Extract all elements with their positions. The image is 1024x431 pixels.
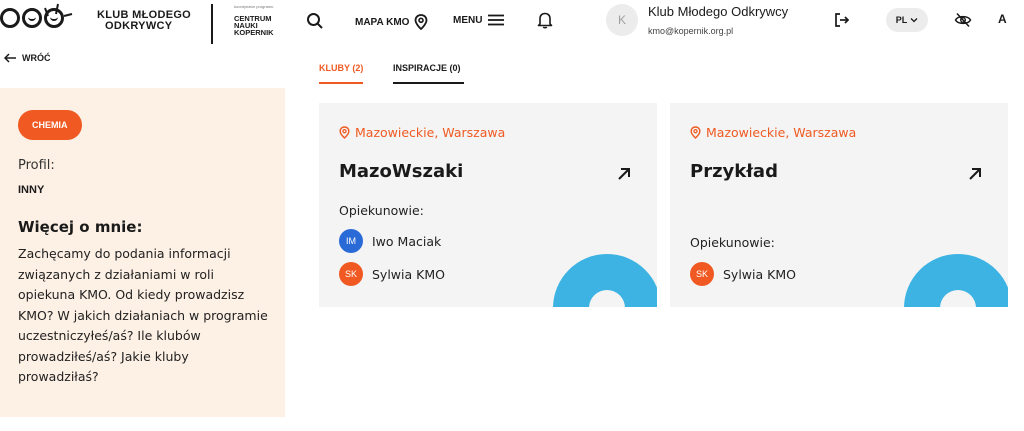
profile-value: INNY	[18, 184, 45, 196]
guardian-name: Sylwia KMO	[372, 266, 445, 282]
kmo-logo-text[interactable]: KLUB MŁODEGO ODKRYWCY	[97, 10, 191, 32]
back-label: WRÓĆ	[22, 53, 51, 63]
user-name[interactable]: Klub Młodego Odkrywcy	[648, 4, 788, 19]
about-text: Zachęcamy do podania informacji związany…	[18, 246, 268, 384]
logo-circle-icon	[0, 8, 20, 28]
logo-line-2: ODKRYWCY	[105, 20, 173, 32]
club-name[interactable]: Przykład	[690, 161, 778, 182]
hamburger-icon	[488, 14, 505, 26]
arrow-up-right-icon[interactable]	[617, 167, 631, 181]
menu-label: MENU	[453, 14, 483, 26]
arrow-left-icon	[4, 53, 16, 63]
user-avatar[interactable]: K	[606, 4, 638, 36]
partner-name: CENTRUM NAUKI KOPERNIK	[234, 15, 274, 37]
club-location-text: Mazowieckie, Warszawa	[355, 125, 506, 140]
subject-chip[interactable]: CHEMIA	[18, 110, 82, 140]
decorative-shape	[904, 254, 1008, 307]
club-card[interactable]: Mazowieckie, Warszawa MazoWszaki Opiekun…	[319, 103, 657, 307]
eye-off-icon[interactable]	[954, 12, 972, 28]
logo-rays-icon	[44, 3, 73, 17]
language-label: PL	[895, 15, 908, 25]
partner-caption: koordynator programu	[234, 4, 274, 9]
guardian-item: SK Sylwia KMO	[339, 262, 445, 286]
club-card[interactable]: Mazowieckie, Warszawa Przykład Opiekunow…	[670, 103, 1008, 307]
menu-button[interactable]: MENU	[453, 14, 505, 26]
user-email: kmo@kopernik.org.pl	[648, 26, 734, 36]
guardians-label: Opiekunowie:	[339, 203, 424, 218]
logo-smile-icon	[22, 8, 42, 28]
search-icon[interactable]	[306, 12, 324, 30]
guardian-item: SK Sylwia KMO	[690, 262, 796, 286]
guardians-label: Opiekunowie:	[690, 235, 775, 250]
guardian-item: IM Iwo Maciak	[339, 229, 441, 253]
language-selector[interactable]: PL	[886, 8, 928, 32]
font-size-button[interactable]: A	[998, 12, 1007, 26]
back-button[interactable]: WRÓĆ	[4, 53, 51, 63]
guardian-avatar: SK	[339, 262, 363, 286]
decorative-shape	[553, 254, 657, 307]
bell-icon[interactable]	[537, 11, 553, 29]
club-location: Mazowieckie, Warszawa	[690, 125, 856, 140]
partner-logo: koordynator programu CENTRUM NAUKI KOPER…	[234, 4, 274, 36]
top-navigation: KLUB MŁODEGO ODKRYWCY koordynator progra…	[0, 0, 1024, 48]
kmo-logo-mark[interactable]	[0, 3, 73, 28]
guardian-name: Iwo Maciak	[372, 233, 442, 249]
location-pin-icon	[339, 126, 350, 139]
map-kmo-label: MAPA KMO	[355, 16, 410, 28]
guardian-avatar: SK	[690, 262, 714, 286]
club-name[interactable]: MazoWszaki	[339, 161, 463, 182]
location-pin-icon	[690, 126, 701, 139]
logout-icon[interactable]	[834, 12, 850, 28]
tab-clubs[interactable]: KLUBY (2)	[319, 63, 364, 84]
profile-panel: CHEMIA Profil: INNY Więcej o mnie: Zachę…	[0, 88, 285, 417]
chevron-down-icon	[910, 18, 918, 23]
profile-label: Profil:	[18, 158, 55, 173]
map-kmo-button[interactable]: MAPA KMO	[355, 14, 428, 30]
guardian-name: Sylwia KMO	[723, 266, 796, 282]
about-heading: Więcej o mnie:	[18, 218, 143, 236]
partner-line-3: KOPERNIK	[234, 28, 274, 37]
club-location-text: Mazowieckie, Warszawa	[706, 125, 857, 140]
guardian-avatar: IM	[339, 229, 363, 253]
arrow-up-right-icon[interactable]	[968, 167, 982, 181]
tab-inspirations[interactable]: INSPIRACJE (0)	[393, 63, 464, 84]
location-pin-icon	[415, 14, 428, 30]
header-divider	[211, 4, 213, 44]
club-location: Mazowieckie, Warszawa	[339, 125, 505, 140]
